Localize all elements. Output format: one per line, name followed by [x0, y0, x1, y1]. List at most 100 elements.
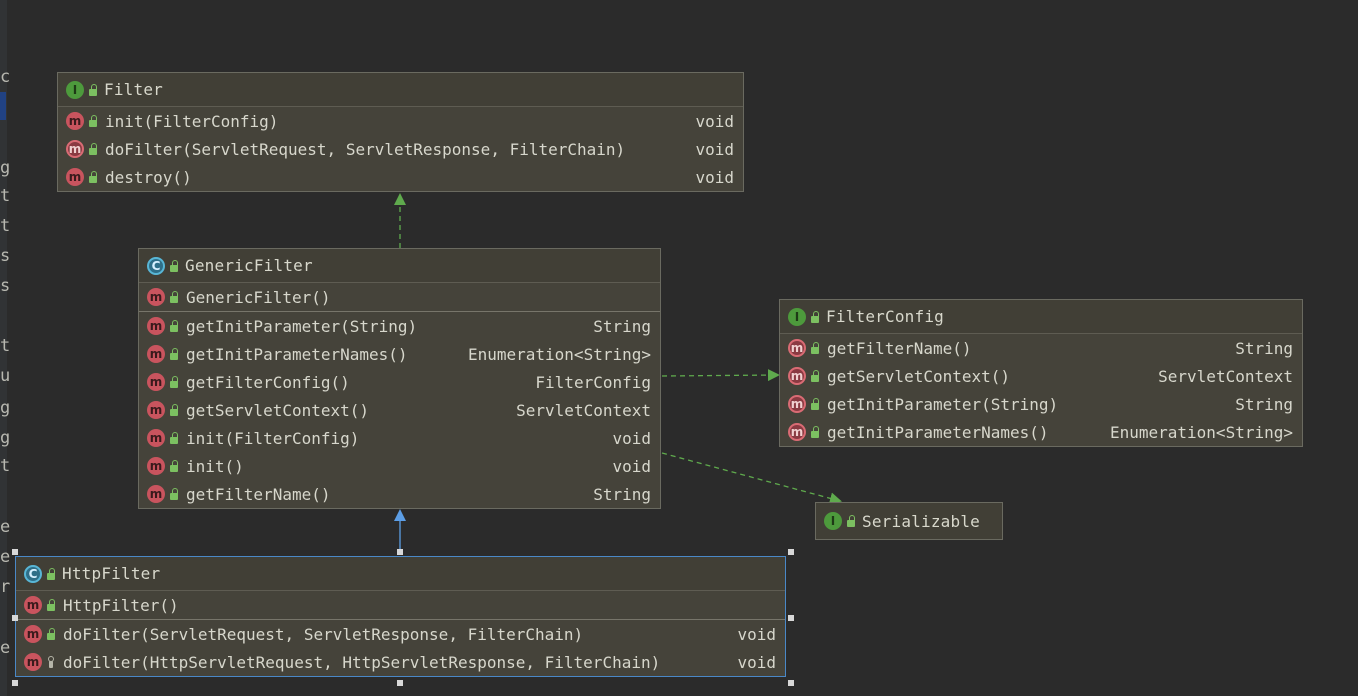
abstract-method-icon: m — [788, 423, 806, 441]
method-row[interactable]: m doFilter(ServletRequest, ServletRespon… — [58, 135, 743, 163]
node-header: I Filter — [58, 73, 743, 107]
method-icon: m — [147, 345, 165, 363]
public-icon — [810, 342, 820, 354]
method-row[interactable]: m init(FilterConfig) void — [139, 424, 660, 452]
uml-node-serializable[interactable]: I Serializable — [815, 502, 1003, 540]
method-icon: m — [24, 625, 42, 643]
node-header: C GenericFilter — [139, 249, 660, 283]
method-name: doFilter(ServletRequest, ServletResponse… — [105, 139, 626, 159]
method-row[interactable]: m getFilterConfig() FilterConfig — [139, 368, 660, 396]
method-name: doFilter(ServletRequest, ServletResponse… — [63, 624, 584, 644]
method-row[interactable]: m doFilter(ServletRequest, ServletRespon… — [16, 620, 785, 648]
resize-handle-bottom-left[interactable] — [12, 680, 18, 686]
uml-node-filter[interactable]: I Filter m init(FilterConfig) void m doF… — [57, 72, 744, 192]
resize-handle-top-right[interactable] — [788, 549, 794, 555]
protected-icon — [46, 656, 56, 668]
public-icon — [810, 370, 820, 382]
method-row[interactable]: m init(FilterConfig) void — [58, 107, 743, 135]
method-row[interactable]: m getFilterName() String — [139, 480, 660, 508]
node-title: Filter — [104, 80, 163, 99]
public-icon — [46, 599, 56, 611]
node-title: GenericFilter — [185, 256, 313, 275]
constructor-name: GenericFilter() — [186, 287, 331, 307]
public-icon — [88, 115, 98, 127]
method-type: FilterConfig — [535, 372, 651, 392]
abstract-method-icon: m — [66, 140, 84, 158]
resize-handle-bottom-right[interactable] — [788, 680, 794, 686]
method-name: getServletContext() — [186, 400, 370, 420]
node-header: C HttpFilter — [16, 557, 785, 591]
method-type: void — [737, 652, 776, 672]
method-type: Enumeration<String> — [1109, 422, 1293, 442]
method-type: String — [1235, 338, 1293, 358]
node-header: I FilterConfig — [780, 300, 1302, 334]
resize-handle-top-left[interactable] — [12, 549, 18, 555]
abstract-method-icon: m — [788, 367, 806, 385]
public-icon — [88, 143, 98, 155]
method-type: String — [593, 484, 651, 504]
method-icon: m — [66, 168, 84, 186]
method-row[interactable]: m init() void — [139, 452, 660, 480]
method-row[interactable]: m getServletContext() ServletContext — [780, 362, 1302, 390]
method-type: void — [695, 167, 734, 187]
uml-node-filterconfig[interactable]: I FilterConfig m getFilterName() String … — [779, 299, 1303, 447]
method-row[interactable]: m getServletContext() ServletContext — [139, 396, 660, 424]
interface-icon: I — [788, 307, 806, 326]
method-name: getFilterConfig() — [186, 372, 350, 392]
uml-node-httpfilter[interactable]: C HttpFilter m HttpFilter() m doFilter(S… — [15, 556, 786, 677]
realization-arrow-genericfilter-serializable[interactable] — [661, 452, 842, 505]
constructor-row[interactable]: m HttpFilter() — [16, 591, 785, 619]
realization-arrow-genericfilter-filterconfig[interactable] — [661, 369, 780, 382]
resize-handle-top[interactable] — [397, 549, 403, 555]
public-icon — [169, 460, 179, 472]
method-icon: m — [24, 653, 42, 671]
method-name: init(FilterConfig) — [105, 111, 279, 131]
method-type: ServletContext — [1158, 366, 1293, 386]
method-row[interactable]: m getInitParameterNames() Enumeration<St… — [139, 340, 660, 368]
public-icon — [46, 567, 56, 580]
resize-handle-left[interactable] — [12, 615, 18, 621]
method-icon: m — [147, 485, 165, 503]
abstract-class-icon: C — [24, 564, 42, 583]
constructor-name: HttpFilter() — [63, 595, 179, 615]
method-icon: m — [147, 317, 165, 335]
public-icon — [810, 310, 820, 323]
node-title: HttpFilter — [62, 564, 161, 583]
interface-icon: I — [824, 512, 842, 530]
uml-node-genericfilter[interactable]: C GenericFilter m GenericFilter() m getI… — [138, 248, 661, 509]
abstract-class-icon: C — [147, 256, 165, 275]
node-header: I Serializable — [816, 503, 1002, 539]
method-icon: m — [66, 112, 84, 130]
method-type: void — [612, 456, 651, 476]
resize-handle-bottom[interactable] — [397, 680, 403, 686]
method-name: getFilterName() — [827, 338, 972, 358]
abstract-method-icon: m — [788, 395, 806, 413]
methods-section: m getFilterName() String m getServletCon… — [780, 334, 1302, 446]
method-type: String — [1235, 394, 1293, 414]
method-row[interactable]: m destroy() void — [58, 163, 743, 191]
public-icon — [810, 426, 820, 438]
abstract-method-icon: m — [788, 339, 806, 357]
method-row[interactable]: m getInitParameterNames() Enumeration<St… — [780, 418, 1302, 446]
method-name: getInitParameterNames() — [186, 344, 408, 364]
methods-section: m doFilter(ServletRequest, ServletRespon… — [16, 620, 785, 676]
method-icon: m — [24, 596, 42, 614]
method-type: Enumeration<String> — [467, 344, 651, 364]
node-title: FilterConfig — [826, 307, 944, 326]
method-icon: m — [147, 288, 165, 306]
methods-section: m init(FilterConfig) void m doFilter(Ser… — [58, 107, 743, 191]
public-icon — [46, 628, 56, 640]
method-row[interactable]: m getInitParameter(String) String — [139, 312, 660, 340]
method-name: getFilterName() — [186, 484, 331, 504]
constructor-row[interactable]: m GenericFilter() — [139, 283, 660, 311]
resize-handle-right[interactable] — [788, 615, 794, 621]
method-name: init(FilterConfig) — [186, 428, 360, 448]
method-row[interactable]: m getInitParameter(String) String — [780, 390, 1302, 418]
method-row[interactable]: m getFilterName() String — [780, 334, 1302, 362]
public-icon — [169, 488, 179, 500]
method-name: destroy() — [105, 167, 192, 187]
method-icon: m — [147, 373, 165, 391]
interface-icon: I — [66, 80, 84, 99]
method-name: getInitParameterNames() — [827, 422, 1049, 442]
method-row[interactable]: m doFilter(HttpServletRequest, HttpServl… — [16, 648, 785, 676]
